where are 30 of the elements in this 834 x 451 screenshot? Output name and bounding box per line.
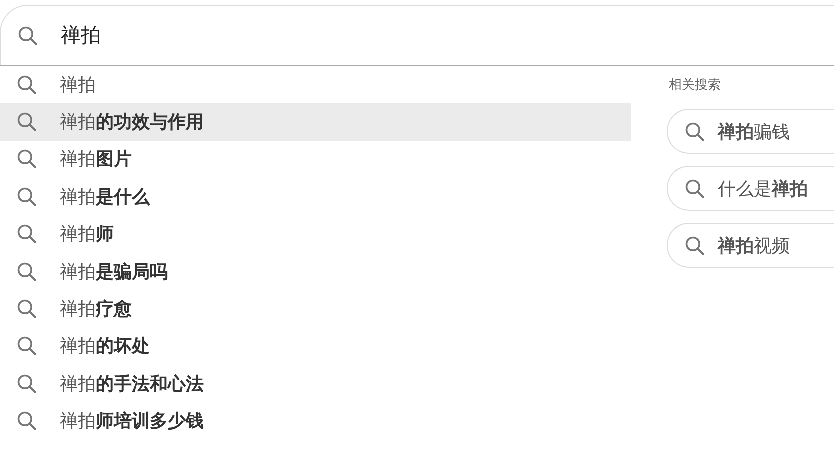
suggestion-item[interactable]: 禅拍疗愈	[0, 290, 631, 328]
suggestion-item[interactable]: 禅拍的坏处	[0, 328, 631, 366]
related-search-chip[interactable]: 禅拍骗钱	[667, 109, 834, 154]
suggestion-item[interactable]: 禅拍的功效与作用	[0, 103, 631, 141]
search-icon	[17, 24, 39, 46]
suggestion-item[interactable]: 禅拍图片	[0, 140, 631, 178]
suggestion-item[interactable]: 禅拍师	[0, 216, 631, 253]
search-input[interactable]: 禅拍	[61, 24, 461, 48]
search-icon	[16, 260, 38, 283]
search-icon	[16, 335, 38, 358]
search-icon	[684, 178, 706, 200]
search-icon	[16, 372, 38, 395]
search-icon	[16, 186, 38, 208]
search-icon	[16, 148, 38, 170]
search-icon	[16, 410, 38, 432]
search-icon	[16, 223, 38, 246]
search-icon	[16, 298, 38, 320]
related-search-chip[interactable]: 禅拍视频	[667, 223, 834, 268]
suggestion-item[interactable]: 禅拍	[0, 66, 631, 104]
suggestion-item[interactable]: 禅拍是骗局吗	[0, 252, 631, 290]
search-icon	[16, 111, 38, 134]
section-title: 相关搜索	[669, 77, 722, 94]
suggestion-item[interactable]: 禅拍是什么	[0, 178, 631, 216]
search-icon	[684, 234, 706, 256]
search-field[interactable]: 禅拍	[0, 5, 834, 66]
suggestion-item[interactable]: 禅拍师培训多少钱	[0, 402, 631, 440]
related-search-chip[interactable]: 什么是禅拍	[667, 166, 834, 211]
suggestion-item[interactable]: 禅拍的手法和心法	[0, 365, 631, 403]
search-icon	[684, 120, 706, 142]
search-icon	[16, 74, 38, 96]
